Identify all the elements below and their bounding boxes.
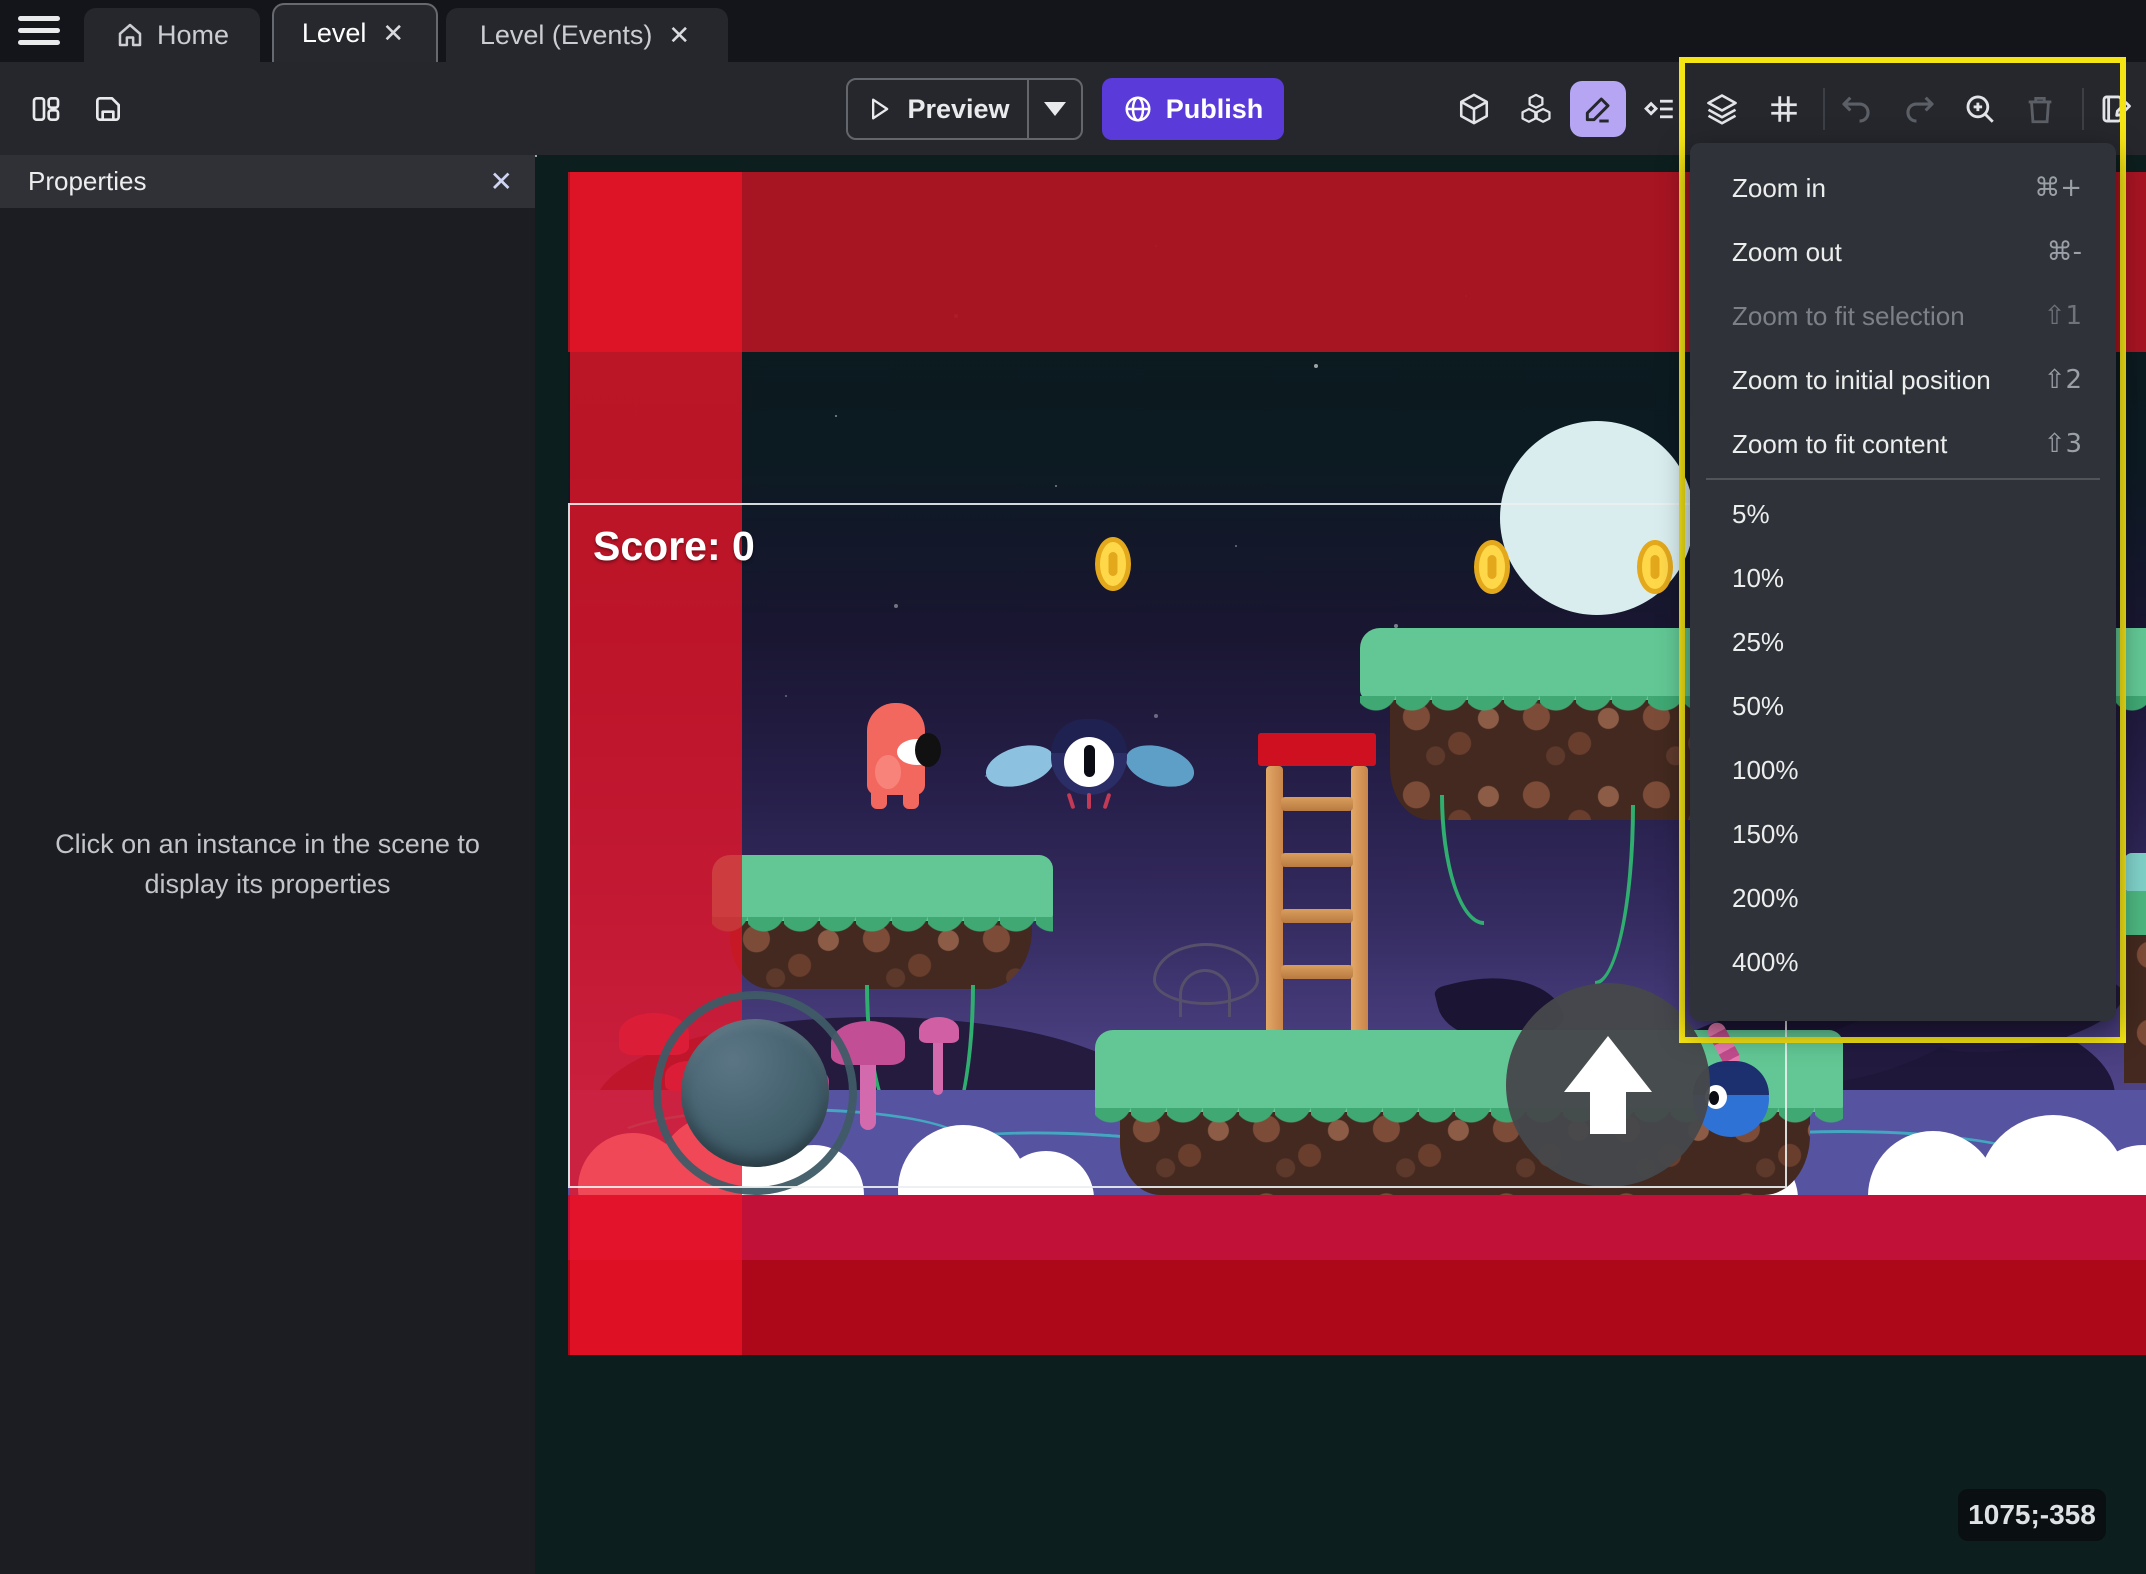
- object-groups-button[interactable]: [1508, 62, 1564, 155]
- properties-panel: Properties ✕ Click on an instance in the…: [0, 155, 535, 1574]
- save-button[interactable]: [84, 62, 132, 155]
- layers-panel-button[interactable]: [1694, 62, 1750, 155]
- red-zone-bottom[interactable]: [568, 1195, 2146, 1260]
- preview-more-button[interactable]: [1029, 102, 1081, 116]
- open-home-page-button[interactable]: [22, 62, 70, 155]
- globe-icon: [1123, 94, 1153, 124]
- publish-button[interactable]: Publish: [1102, 78, 1284, 140]
- menu-item-zoom-5[interactable]: 5%: [1690, 482, 2116, 546]
- menu-item-zoom-150[interactable]: 150%: [1690, 802, 2116, 866]
- home-icon: [115, 20, 145, 50]
- menu-item-label: 10%: [1732, 562, 1785, 593]
- menu-item-label: 100%: [1732, 754, 1799, 785]
- tab-bar: Home Level ✕ Level (Events) ✕: [0, 0, 2146, 62]
- delete-button: [2012, 62, 2068, 155]
- zoom-menu-button[interactable]: [1952, 62, 2008, 155]
- preview-label: Preview: [907, 93, 1010, 124]
- platform-rock: [2124, 933, 2146, 1083]
- menu-item-label: Zoom in: [1732, 172, 1826, 203]
- preview-button[interactable]: Preview: [846, 78, 1083, 140]
- edit-mode-button[interactable]: [1570, 62, 1626, 155]
- close-icon[interactable]: ✕: [378, 16, 408, 51]
- divider: [1823, 88, 1825, 130]
- instances-list-button[interactable]: [1632, 62, 1688, 155]
- menu-item-label: 150%: [1732, 818, 1799, 849]
- menu-item-label: Zoom to fit content: [1732, 428, 1948, 459]
- menu-item-shortcut: ⌘-: [2046, 237, 2082, 267]
- menu-item-label: 5%: [1732, 498, 1770, 529]
- tab-label: Level: [301, 18, 367, 48]
- menu-item-zoom-in[interactable]: Zoom in ⌘+: [1690, 156, 2116, 220]
- menu-item-zoom-out[interactable]: Zoom out ⌘-: [1690, 220, 2116, 284]
- menu-item-zoom-to-fit-content[interactable]: Zoom to fit content ⇧3: [1690, 412, 2116, 476]
- menu-item-shortcut: ⇧1: [2043, 301, 2082, 331]
- zoom-actions-group: Zoom in ⌘+ Zoom out ⌘- Zoom to fit selection…: [1690, 156, 2116, 476]
- tab-label: Level (Events): [479, 19, 653, 50]
- active-tool-highlight: [1570, 80, 1626, 137]
- camera-frame-border: [568, 503, 1787, 1188]
- menu-item-shortcut: ⇧3: [2043, 429, 2082, 459]
- platform-grass: [2124, 891, 2146, 935]
- menu-item-zoom-10[interactable]: 10%: [1690, 546, 2116, 610]
- tab-level[interactable]: Level ✕: [272, 3, 438, 62]
- menu-item-zoom-400[interactable]: 400%: [1690, 930, 2116, 994]
- menu-item-zoom-25[interactable]: 25%: [1690, 610, 2116, 674]
- tab-home[interactable]: Home: [84, 8, 260, 62]
- objects-panel-button[interactable]: [1446, 62, 1502, 155]
- menu-item-shortcut: ⌘+: [2034, 173, 2082, 203]
- menu-item-label: Zoom to fit selection: [1732, 300, 1965, 331]
- cursor-coordinates-badge: 1075;-358: [1958, 1489, 2106, 1541]
- edit-scene-properties-button[interactable]: [2088, 62, 2144, 155]
- menu-item-label: Zoom out: [1732, 236, 1842, 267]
- publish-label: Publish: [1165, 93, 1264, 124]
- menu-item-zoom-50[interactable]: 50%: [1690, 674, 2116, 738]
- toolbar: Preview Publish: [0, 62, 2146, 155]
- pencil-icon: [1585, 97, 1610, 122]
- undo-button: [1828, 62, 1884, 155]
- menu-divider: [1706, 478, 2100, 480]
- properties-hint-text: Click on an instance in the scene to dis…: [55, 829, 480, 899]
- chevron-down-icon: [1044, 102, 1066, 116]
- platform-leaves: [2124, 853, 2146, 893]
- menu-item-zoom-200[interactable]: 200%: [1690, 866, 2116, 930]
- divider: [2082, 88, 2084, 130]
- menu-item-label: 400%: [1732, 946, 1799, 977]
- main-menu-icon[interactable]: [18, 16, 62, 48]
- menu-item-label: 50%: [1732, 690, 1785, 721]
- play-icon: [865, 95, 893, 123]
- grid-toggle-button[interactable]: [1756, 62, 1812, 155]
- redo-button: [1892, 62, 1948, 155]
- zoom-levels-group: 5% 10% 25% 50% 100% 150% 200% 400%: [1690, 482, 2116, 994]
- menu-item-label: Zoom to initial position: [1732, 364, 1991, 395]
- tab-label: Home: [156, 19, 230, 50]
- menu-item-label: 200%: [1732, 882, 1799, 913]
- red-zone-bottom-deep[interactable]: [568, 1260, 2146, 1355]
- menu-item-zoom-to-initial-position[interactable]: Zoom to initial position ⇧2: [1690, 348, 2116, 412]
- menu-item-zoom-to-fit-selection: Zoom to fit selection ⇧1: [1690, 284, 2116, 348]
- close-icon[interactable]: ✕: [664, 18, 694, 53]
- menu-item-label: 25%: [1732, 626, 1785, 657]
- menu-item-zoom-100[interactable]: 100%: [1690, 738, 2116, 802]
- tab-level-events[interactable]: Level (Events) ✕: [446, 8, 728, 62]
- menu-item-shortcut: ⇧2: [2043, 365, 2082, 395]
- stars: [535, 155, 537, 157]
- zoom-dropdown-menu: Zoom in ⌘+ Zoom out ⌘- Zoom to fit selection…: [1690, 143, 2116, 1021]
